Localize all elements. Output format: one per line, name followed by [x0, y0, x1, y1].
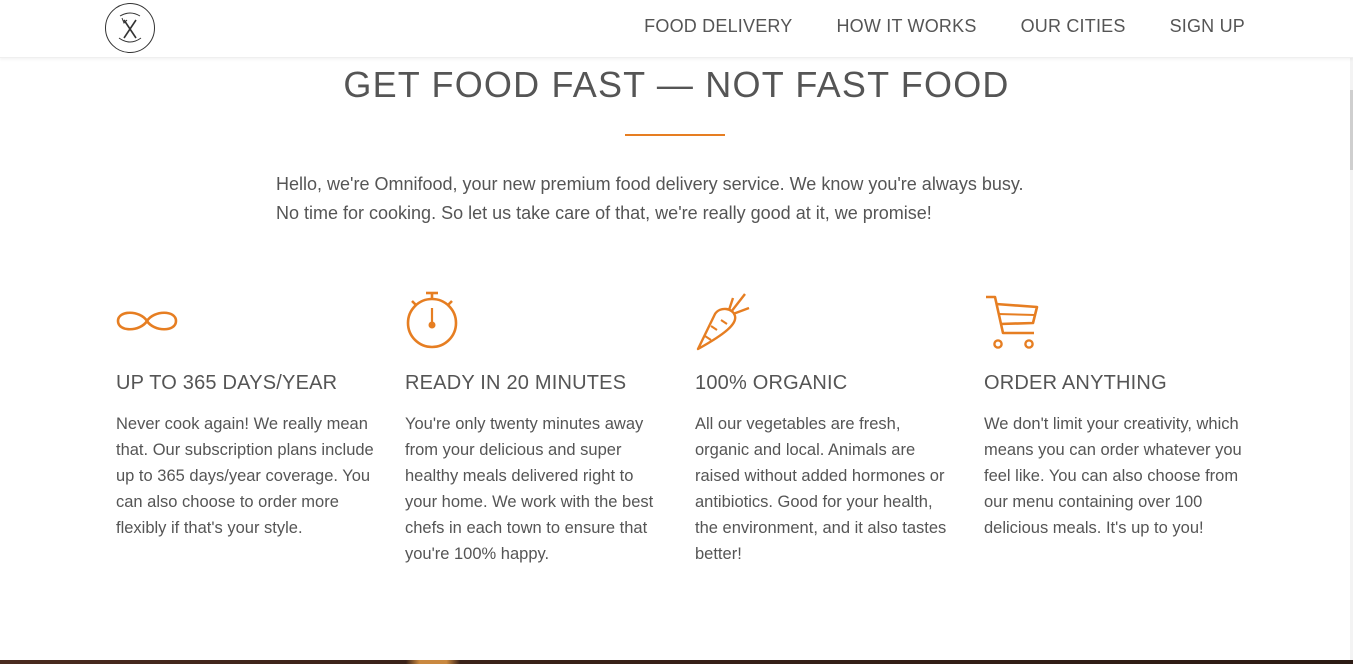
intro-line-2: No time for cooking. So let us take care…: [276, 203, 932, 223]
feature-text: You're only twenty minutes away from you…: [405, 415, 654, 563]
omnifood-logo[interactable]: [105, 3, 155, 53]
infinity-icon: [116, 290, 186, 352]
feature-title: UP TO 365 DAYS/YEAR: [116, 372, 338, 394]
top-navigation: FOOD DELIVERY HOW IT WORKS OUR CITIES SI…: [0, 0, 1353, 58]
section-title: GET FOOD FAST — NOT FAST FOOD: [343, 64, 1010, 105]
feature-title: 100% ORGANIC: [695, 372, 848, 394]
nav-our-cities[interactable]: OUR CITIES: [1021, 16, 1126, 37]
feature-title: ORDER ANYTHING: [984, 372, 1167, 394]
feature-text: All our vegetables are fresh, organic an…: [695, 415, 947, 563]
intro-text: Hello, we're Omnifood, your new premium …: [276, 170, 1096, 228]
title-divider: [625, 134, 725, 136]
feature-365-days: UP TO 365 DAYS/YEAR Never cook again! We…: [116, 290, 376, 541]
feature-20-minutes: READY IN 20 MINUTES You're only twenty m…: [405, 290, 665, 567]
stopwatch-icon: [405, 290, 475, 352]
main-menu: FOOD DELIVERY HOW IT WORKS OUR CITIES SI…: [644, 16, 1245, 37]
nav-food-delivery[interactable]: FOOD DELIVERY: [644, 16, 792, 37]
nav-how-it-works[interactable]: HOW IT WORKS: [836, 16, 976, 37]
fork-knife-icon: [118, 12, 142, 43]
feature-organic: 100% ORGANIC All our vegetables are fres…: [695, 290, 955, 567]
carrot-icon: [695, 290, 765, 352]
intro-line-1: Hello, we're Omnifood, your new premium …: [276, 174, 1024, 194]
feature-text: We don't limit your creativity, which me…: [984, 415, 1242, 537]
next-section-edge: [0, 660, 1353, 664]
nav-sign-up[interactable]: SIGN UP: [1170, 16, 1245, 37]
feature-order-anything: ORDER ANYTHING We don't limit your creat…: [984, 290, 1244, 541]
feature-text: Never cook again! We really mean that. O…: [116, 415, 374, 537]
cart-icon: [984, 290, 1054, 352]
feature-title: READY IN 20 MINUTES: [405, 372, 627, 394]
